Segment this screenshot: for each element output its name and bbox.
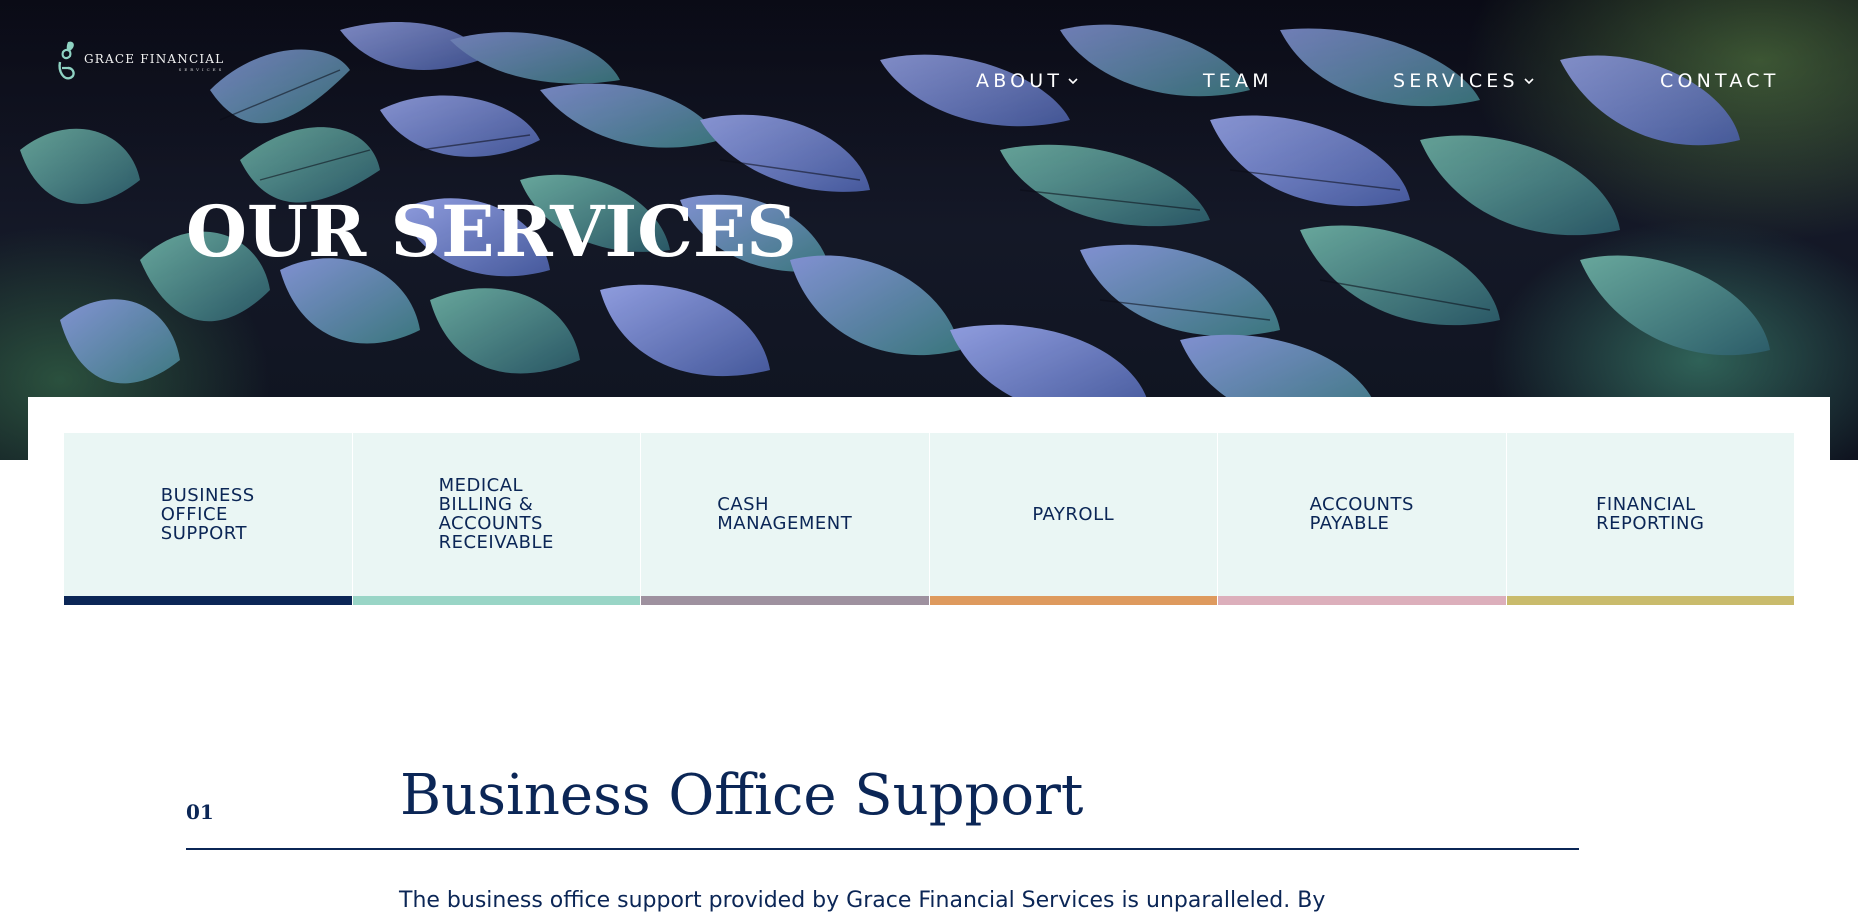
tab-label: FINANCIAL REPORTING <box>1596 494 1705 534</box>
nav-label-contact: CONTACT <box>1660 70 1780 92</box>
logo-name: GRACE FINANCIAL <box>84 52 225 66</box>
tab-label: BUSINESS OFFICE SUPPORT <box>160 484 255 544</box>
tab-medical-billing[interactable]: MEDICAL BILLING & ACCOUNTS RECEIVABLE <box>352 433 641 605</box>
section-divider <box>186 848 1579 850</box>
tab-financial-reporting[interactable]: FINANCIAL REPORTING <box>1506 433 1794 605</box>
tab-accent-bar <box>641 596 929 605</box>
section-number: 01 <box>186 800 214 824</box>
tab-payroll[interactable]: PAYROLL <box>929 433 1218 605</box>
nav-item-team[interactable]: TEAM <box>1203 70 1273 92</box>
nav-label-about: ABOUT <box>976 70 1064 92</box>
nav-label-team: TEAM <box>1203 70 1273 92</box>
tab-accent-bar <box>1506 596 1794 605</box>
tab-label: MEDICAL BILLING & ACCOUNTS RECEIVABLE <box>438 475 554 553</box>
nav-item-services[interactable]: SERVICES <box>1393 70 1535 92</box>
chevron-down-icon <box>1068 78 1078 85</box>
nav-label-services: SERVICES <box>1393 70 1519 92</box>
tab-accent-bar <box>929 596 1217 605</box>
page-title: OUR SERVICES <box>186 190 797 273</box>
tab-business-office-support[interactable]: BUSINESS OFFICE SUPPORT <box>64 433 353 605</box>
hero-banner: GRACE FINANCIAL SERVICES ABOUT TEAM SERV… <box>0 0 1858 460</box>
tab-accent-bar <box>1218 596 1506 605</box>
tab-label: CASH MANAGEMENT <box>717 494 853 534</box>
tab-accent-bar <box>64 596 352 605</box>
nav-item-contact[interactable]: CONTACT <box>1660 70 1780 92</box>
tab-accent-bar <box>352 596 640 605</box>
tab-accounts-payable[interactable]: ACCOUNTS PAYABLE <box>1218 433 1507 605</box>
section-body: The business office support provided by … <box>399 888 1326 913</box>
service-tabs: BUSINESS OFFICE SUPPORT MEDICAL BILLING … <box>64 433 1794 605</box>
section-title: Business Office Support <box>400 763 1084 828</box>
tab-label: ACCOUNTS PAYABLE <box>1309 494 1414 534</box>
chevron-down-icon <box>1524 78 1534 85</box>
tab-cash-management[interactable]: CASH MANAGEMENT <box>641 433 930 605</box>
tab-label: PAYROLL <box>1032 503 1115 525</box>
main-nav: ABOUT TEAM SERVICES CONTACT <box>0 70 1858 94</box>
nav-item-about[interactable]: ABOUT <box>976 70 1079 92</box>
